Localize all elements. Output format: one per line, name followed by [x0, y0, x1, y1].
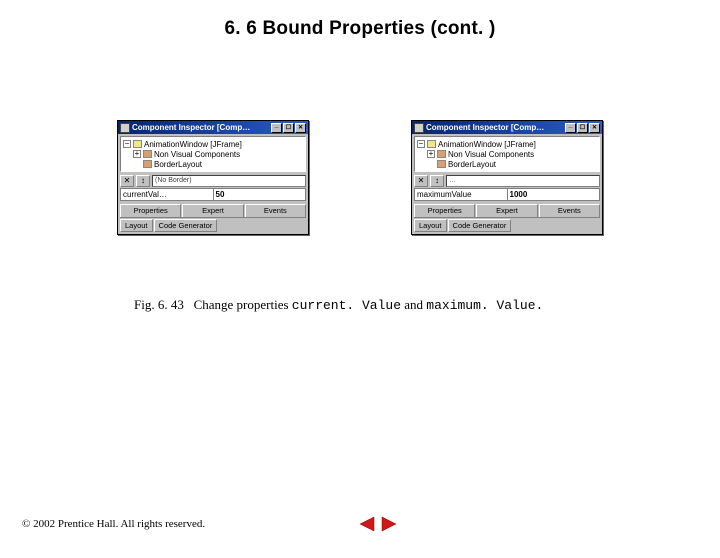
- frame-icon: [427, 140, 436, 148]
- title-bar: Component Inspector [Comp…: [412, 121, 602, 134]
- component-tree: − AnimationWindow [JFrame] + Non Visual …: [414, 136, 600, 172]
- tab-layout[interactable]: Layout: [120, 219, 153, 232]
- page-title: 6. 6 Bound Properties (cont. ): [0, 18, 720, 40]
- slide-nav: [358, 516, 398, 532]
- property-value-cell[interactable]: 1000: [508, 188, 601, 201]
- sub-tabs: Layout Code Generator: [120, 219, 306, 232]
- fig-number: Fig. 6. 43: [134, 297, 184, 312]
- tree-toggle-icon[interactable]: +: [427, 150, 435, 158]
- property-toolbar: ✕ ↕ …: [412, 174, 602, 188]
- close-button[interactable]: [589, 123, 600, 133]
- caption-code: current. Value: [292, 298, 401, 313]
- tab-events[interactable]: Events: [539, 204, 600, 217]
- tab-expert[interactable]: Expert: [182, 204, 243, 217]
- layout-icon: [143, 160, 152, 168]
- caption-code: maximum. Value.: [426, 298, 543, 313]
- tree-label: Non Visual Components: [154, 150, 240, 159]
- sort-button[interactable]: ↕: [430, 175, 444, 187]
- tree-toggle-icon[interactable]: −: [417, 140, 425, 148]
- window-icon: [414, 123, 424, 133]
- caption-text: Change properties: [194, 297, 292, 312]
- folder-icon: [143, 150, 152, 158]
- property-toolbar: ✕ ↕ (No Border): [118, 174, 308, 188]
- sort-button[interactable]: ↕: [136, 175, 150, 187]
- tab-layout[interactable]: Layout: [414, 219, 447, 232]
- tree-row[interactable]: − AnimationWindow [JFrame]: [123, 139, 303, 149]
- delete-button[interactable]: ✕: [414, 175, 428, 187]
- sub-tabs: Layout Code Generator: [414, 219, 600, 232]
- tree-toggle-icon[interactable]: +: [133, 150, 141, 158]
- main-tabs: Properties Expert Events: [414, 204, 600, 218]
- tree-row[interactable]: BorderLayout: [123, 159, 303, 169]
- minimize-button[interactable]: [271, 123, 282, 133]
- tab-events[interactable]: Events: [245, 204, 306, 217]
- frame-icon: [133, 140, 142, 148]
- window-title: Component Inspector [Comp…: [426, 123, 565, 132]
- tree-label: BorderLayout: [448, 160, 496, 169]
- tab-code-generator[interactable]: Code Generator: [448, 219, 512, 232]
- tree-label: AnimationWindow [JFrame]: [144, 140, 242, 149]
- delete-button[interactable]: ✕: [120, 175, 134, 187]
- border-dropdown[interactable]: …: [446, 175, 600, 187]
- minimize-button[interactable]: [565, 123, 576, 133]
- tab-code-generator[interactable]: Code Generator: [154, 219, 218, 232]
- copyright-text: © 2002 Prentice Hall. All rights reserve…: [22, 518, 205, 530]
- panels-container: Component Inspector [Comp… − AnimationWi…: [0, 120, 720, 235]
- layout-icon: [437, 160, 446, 168]
- tree-row[interactable]: + Non Visual Components: [417, 149, 597, 159]
- window-icon: [120, 123, 130, 133]
- tab-properties[interactable]: Properties: [120, 204, 181, 217]
- property-row[interactable]: maximumValue 1000: [414, 188, 600, 201]
- title-bar: Component Inspector [Comp…: [118, 121, 308, 134]
- property-value-cell[interactable]: 50: [214, 188, 307, 201]
- maximize-button[interactable]: [577, 123, 588, 133]
- property-row[interactable]: currentVal… 50: [120, 188, 306, 201]
- main-tabs: Properties Expert Events: [120, 204, 306, 218]
- tree-label: AnimationWindow [JFrame]: [438, 140, 536, 149]
- caption-text: and: [401, 297, 426, 312]
- tree-label: Non Visual Components: [448, 150, 534, 159]
- inspector-panel-left: Component Inspector [Comp… − AnimationWi…: [117, 120, 309, 235]
- tab-spacer: [217, 219, 306, 232]
- tab-properties[interactable]: Properties: [414, 204, 475, 217]
- figure-caption: Fig. 6. 43 Change properties current. Va…: [134, 297, 720, 313]
- tab-expert[interactable]: Expert: [476, 204, 537, 217]
- property-name-cell: maximumValue: [414, 188, 508, 201]
- tree-toggle-icon[interactable]: −: [123, 140, 131, 148]
- component-tree: − AnimationWindow [JFrame] + Non Visual …: [120, 136, 306, 172]
- prev-slide-button[interactable]: [358, 516, 376, 532]
- tree-row[interactable]: + Non Visual Components: [123, 149, 303, 159]
- footer: © 2002 Prentice Hall. All rights reserve…: [22, 516, 698, 532]
- close-button[interactable]: [295, 123, 306, 133]
- next-slide-button[interactable]: [380, 516, 398, 532]
- property-name-cell: currentVal…: [120, 188, 214, 201]
- window-title: Component Inspector [Comp…: [132, 123, 271, 132]
- tree-label: BorderLayout: [154, 160, 202, 169]
- folder-icon: [437, 150, 446, 158]
- inspector-panel-right: Component Inspector [Comp… − AnimationWi…: [411, 120, 603, 235]
- caption-gap: [184, 297, 194, 312]
- tab-spacer: [511, 219, 600, 232]
- maximize-button[interactable]: [283, 123, 294, 133]
- border-dropdown[interactable]: (No Border): [152, 175, 306, 187]
- tree-row[interactable]: BorderLayout: [417, 159, 597, 169]
- tree-row[interactable]: − AnimationWindow [JFrame]: [417, 139, 597, 149]
